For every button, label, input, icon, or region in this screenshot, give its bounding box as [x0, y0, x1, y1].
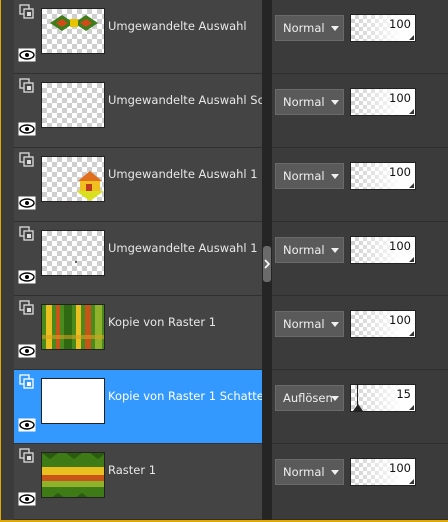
eye-icon[interactable] [18, 344, 36, 358]
opacity-slider[interactable]: 100 [350, 162, 416, 190]
caret-down-icon [331, 26, 339, 31]
link-icon[interactable] [19, 374, 35, 390]
blend-mode-dropdown[interactable]: Normal [275, 311, 344, 337]
layers-palette: Umgewandelte Auswahl Umgewandelte Auswah… [0, 0, 448, 522]
layer-name[interactable]: Umgewandelte Auswahl [108, 19, 262, 33]
layer-row-icons [17, 448, 37, 514]
layer-properties-row: Normal 100 [272, 222, 448, 296]
layer-row-icons [17, 374, 37, 440]
panel-splitter[interactable] [262, 0, 272, 520]
link-icon[interactable] [19, 226, 35, 242]
opacity-slider[interactable]: 100 [350, 458, 416, 486]
blend-mode-dropdown[interactable]: Normal [275, 459, 344, 485]
layer-properties-row: Normal 100 [272, 148, 448, 222]
caret-down-icon [331, 396, 339, 401]
splitter-handle[interactable] [263, 246, 271, 282]
eye-icon[interactable] [18, 196, 36, 210]
blend-mode-label: Normal [283, 21, 325, 35]
layer-list: Umgewandelte Auswahl Umgewandelte Auswah… [14, 0, 262, 520]
resize-corner-icon [409, 183, 414, 188]
layer-properties-row: Normal 100 [272, 0, 448, 74]
link-icon[interactable] [19, 4, 35, 20]
blend-mode-dropdown[interactable]: Normal [275, 15, 344, 41]
opacity-slider[interactable]: 15 [350, 384, 416, 412]
layer-row[interactable]: Raster 1 [14, 444, 262, 520]
caret-down-icon [331, 322, 339, 327]
opacity-slider[interactable]: 100 [350, 310, 416, 338]
resize-corner-icon [409, 35, 414, 40]
layer-row-icons [17, 4, 37, 70]
opacity-value: 100 [389, 91, 411, 105]
layer-name[interactable]: Raster 1 [108, 463, 262, 477]
resize-corner-icon [409, 257, 414, 262]
eye-icon[interactable] [18, 418, 36, 432]
opacity-value: 100 [389, 313, 411, 327]
layer-row-icons [17, 300, 37, 366]
blend-mode-dropdown[interactable]: Normal [275, 163, 344, 189]
opacity-value: 100 [389, 165, 411, 179]
eye-icon[interactable] [18, 48, 36, 62]
layer-thumbnail [41, 82, 105, 128]
layer-row-icons [17, 226, 37, 292]
opacity-slider[interactable]: 100 [350, 88, 416, 116]
slider-thumb-icon[interactable] [353, 404, 363, 411]
resize-corner-icon [409, 479, 414, 484]
eye-icon[interactable] [18, 122, 36, 136]
layer-thumbnail [41, 452, 105, 498]
caret-down-icon [331, 174, 339, 179]
layer-thumbnail [41, 156, 105, 202]
layer-row[interactable]: Umgewandelte Auswahl 1 Schatten 1 [14, 222, 262, 296]
layer-properties-row: Normal 100 [272, 296, 448, 370]
opacity-value: 100 [389, 239, 411, 253]
layer-thumbnail [41, 304, 105, 350]
link-icon[interactable] [19, 448, 35, 464]
blend-mode-label: Normal [283, 317, 325, 331]
opacity-value: 15 [396, 387, 411, 401]
blend-mode-label: Normal [283, 243, 325, 257]
layer-name[interactable]: Umgewandelte Auswahl Schatten 1 [108, 93, 262, 107]
layer-row-icons [17, 152, 37, 218]
layer-name[interactable]: Kopie von Raster 1 Schatten 1 [108, 389, 262, 403]
blend-mode-dropdown[interactable]: Normal [275, 89, 344, 115]
layer-properties: Normal 100 Normal 100 Normal 100 Normal … [272, 0, 448, 520]
opacity-value: 100 [389, 17, 411, 31]
blend-mode-label: Auflösen [283, 391, 333, 405]
layer-properties-row: Normal 100 [272, 74, 448, 148]
chevron-right-icon [264, 259, 270, 269]
blend-mode-label: Normal [283, 95, 325, 109]
eye-icon[interactable] [18, 270, 36, 284]
link-icon[interactable] [19, 78, 35, 94]
layer-row[interactable]: Umgewandelte Auswahl 1 [14, 148, 262, 222]
layer-row[interactable]: Umgewandelte Auswahl Schatten 1 [14, 74, 262, 148]
layer-row[interactable]: Kopie von Raster 1 [14, 296, 262, 370]
layer-properties-row: Normal 100 [272, 444, 448, 520]
caret-down-icon [331, 100, 339, 105]
layer-name[interactable]: Umgewandelte Auswahl 1 Schatten 1 [108, 241, 262, 255]
layer-properties-row: Auflösen 15 [272, 370, 448, 444]
link-icon[interactable] [19, 152, 35, 168]
resize-corner-icon [409, 405, 414, 410]
blend-mode-dropdown[interactable]: Normal [275, 237, 344, 263]
layer-row[interactable]: Kopie von Raster 1 Schatten 1 [14, 370, 262, 444]
layer-thumbnail [41, 8, 105, 54]
opacity-slider[interactable]: 100 [350, 236, 416, 264]
layer-row[interactable]: Umgewandelte Auswahl [14, 0, 262, 74]
eye-icon[interactable] [18, 492, 36, 506]
caret-down-icon [331, 470, 339, 475]
opacity-value: 100 [389, 461, 411, 475]
layer-name[interactable]: Umgewandelte Auswahl 1 [108, 167, 262, 181]
blend-mode-label: Normal [283, 465, 325, 479]
blend-mode-dropdown[interactable]: Auflösen [275, 385, 344, 411]
resize-corner-icon [409, 331, 414, 336]
opacity-slider[interactable]: 100 [350, 14, 416, 42]
layer-thumbnail [41, 378, 105, 424]
resize-corner-icon [409, 109, 414, 114]
blend-mode-label: Normal [283, 169, 325, 183]
layer-row-icons [17, 78, 37, 144]
layer-thumbnail [41, 230, 105, 276]
caret-down-icon [331, 248, 339, 253]
layer-name[interactable]: Kopie von Raster 1 [108, 315, 262, 329]
link-icon[interactable] [19, 300, 35, 316]
opacity-slider-marker [357, 385, 358, 405]
